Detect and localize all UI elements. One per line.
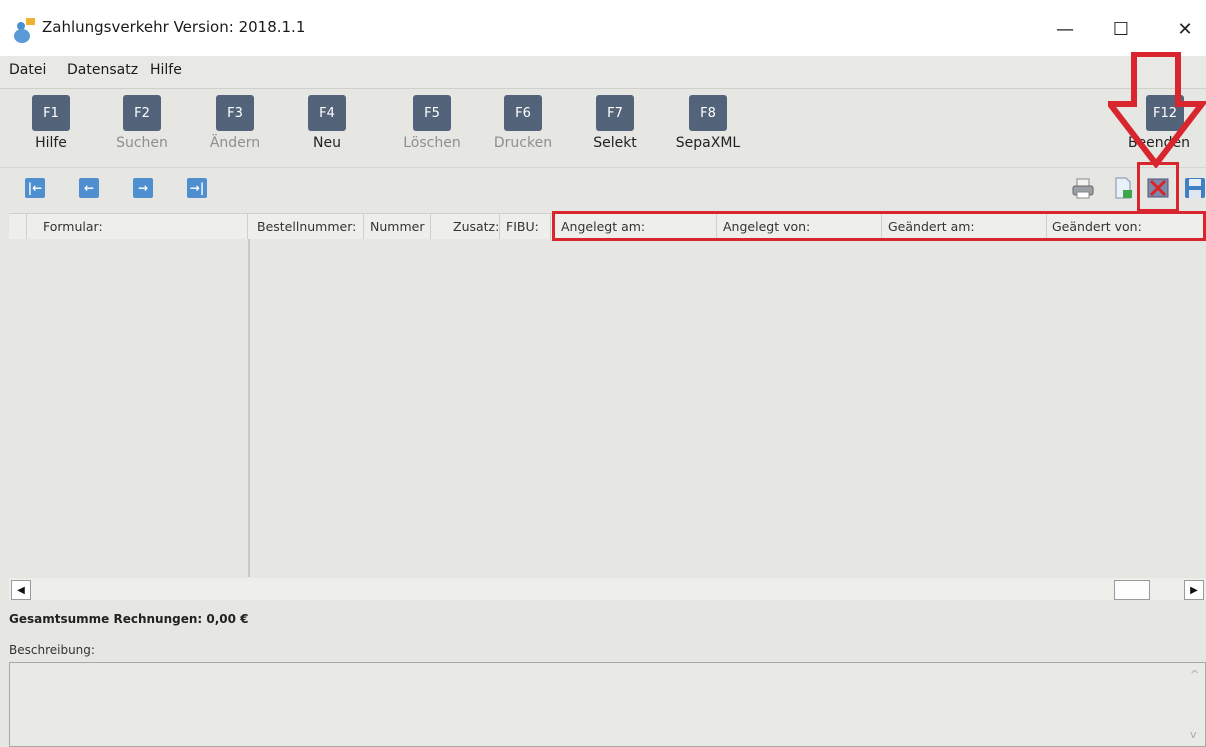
column-separator	[499, 214, 500, 240]
description-label: Beschreibung:	[9, 643, 95, 657]
prev-record-button[interactable]: ←	[79, 178, 99, 198]
first-record-button[interactable]: |←	[25, 178, 45, 198]
column-separator	[247, 214, 248, 240]
f2-suchen-button[interactable]: F2 Suchen	[111, 93, 173, 161]
scroll-right-arrow[interactable]: ▶	[1184, 580, 1204, 600]
fkey-badge: F8	[689, 95, 727, 131]
fkey-label: Hilfe	[35, 135, 67, 151]
col-angelegt-von[interactable]: Angelegt von:	[723, 219, 810, 234]
horizontal-scrollbar[interactable]: ◀ ▶	[9, 578, 1206, 600]
fkey-label: Löschen	[403, 135, 461, 151]
scroll-left-arrow[interactable]: ◀	[11, 580, 31, 600]
scroll-thumb[interactable]	[1114, 580, 1150, 600]
menu-datei[interactable]: Datei	[9, 62, 46, 78]
fkey-label: Drucken	[493, 135, 553, 151]
col-geaendert-am[interactable]: Geändert am:	[888, 219, 975, 234]
menu-hilfe[interactable]: Hilfe	[150, 62, 182, 78]
maximize-button[interactable]: ☐	[1098, 8, 1144, 50]
f4-neu-button[interactable]: F4 Neu	[296, 93, 358, 161]
column-separator	[716, 214, 717, 240]
function-key-toolbar: F1 Hilfe F2 Suchen F3 Ändern F4 Neu F5 L…	[0, 89, 1206, 168]
fkey-badge: F7	[596, 95, 634, 131]
invoice-total-label: Gesamtsumme Rechnungen: 0,00 €	[9, 612, 249, 626]
fkey-badge: F3	[216, 95, 254, 131]
column-separator	[26, 214, 27, 240]
col-zusatz[interactable]: Zusatz:	[453, 219, 499, 234]
save-icon[interactable]	[1183, 176, 1206, 200]
col-fibu[interactable]: FIBU:	[506, 219, 539, 234]
grid-header: Formular: Bestellnummer: Nummer Zusatz: …	[9, 213, 1206, 241]
col-geaendert-von[interactable]: Geändert von:	[1052, 219, 1142, 234]
export-document-icon[interactable]	[1111, 176, 1135, 200]
menu-bar: Datei Datensatz Hilfe	[0, 56, 1206, 89]
fkey-badge: F4	[308, 95, 346, 131]
column-separator	[430, 214, 431, 240]
grid-body[interactable]	[249, 239, 1206, 577]
close-button[interactable]: ✕	[1162, 8, 1206, 50]
f1-hilfe-button[interactable]: F1 Hilfe	[20, 93, 82, 161]
description-scroll-up[interactable]: ^	[1190, 668, 1199, 681]
f3-aendern-button[interactable]: F3 Ändern	[204, 93, 266, 161]
window-title: Zahlungsverkehr Version: 2018.1.1	[42, 18, 306, 36]
grid-formular-column[interactable]	[9, 239, 249, 577]
column-separator	[550, 214, 551, 240]
fkey-badge: F5	[413, 95, 451, 131]
description-scroll-down[interactable]: v	[1190, 728, 1197, 741]
print-icon[interactable]	[1071, 176, 1095, 200]
f7-selekt-button[interactable]: F7 Selekt	[584, 93, 646, 161]
f5-loeschen-button[interactable]: F5 Löschen	[401, 93, 463, 161]
column-separator	[363, 214, 364, 240]
last-record-button[interactable]: →|	[187, 178, 207, 198]
fkey-label: SepaXML	[675, 135, 741, 151]
minimize-button[interactable]: —	[1042, 8, 1088, 50]
column-separator	[881, 214, 882, 240]
fkey-label: Suchen	[116, 135, 168, 151]
annotation-down-arrow	[1108, 52, 1206, 168]
col-formular[interactable]: Formular:	[43, 219, 103, 234]
fkey-badge: F2	[123, 95, 161, 131]
fkey-badge: F1	[32, 95, 70, 131]
fkey-label: Selekt	[593, 135, 637, 151]
app-icon	[14, 18, 35, 43]
description-textarea[interactable]	[9, 662, 1206, 747]
fkey-label: Neu	[313, 135, 341, 151]
col-bestellnummer[interactable]: Bestellnummer:	[257, 219, 356, 234]
f8-sepaxml-button[interactable]: F8 SepaXML	[676, 93, 740, 161]
delete-record-icon[interactable]	[1146, 176, 1170, 200]
f6-drucken-button[interactable]: F6 Drucken	[492, 93, 554, 161]
fkey-badge: F6	[504, 95, 542, 131]
menu-datensatz[interactable]: Datensatz	[67, 62, 138, 78]
fkey-label: Ändern	[209, 135, 261, 151]
col-nummer[interactable]: Nummer	[370, 219, 424, 234]
col-angelegt-am[interactable]: Angelegt am:	[561, 219, 645, 234]
next-record-button[interactable]: →	[133, 178, 153, 198]
column-separator	[1046, 214, 1047, 240]
